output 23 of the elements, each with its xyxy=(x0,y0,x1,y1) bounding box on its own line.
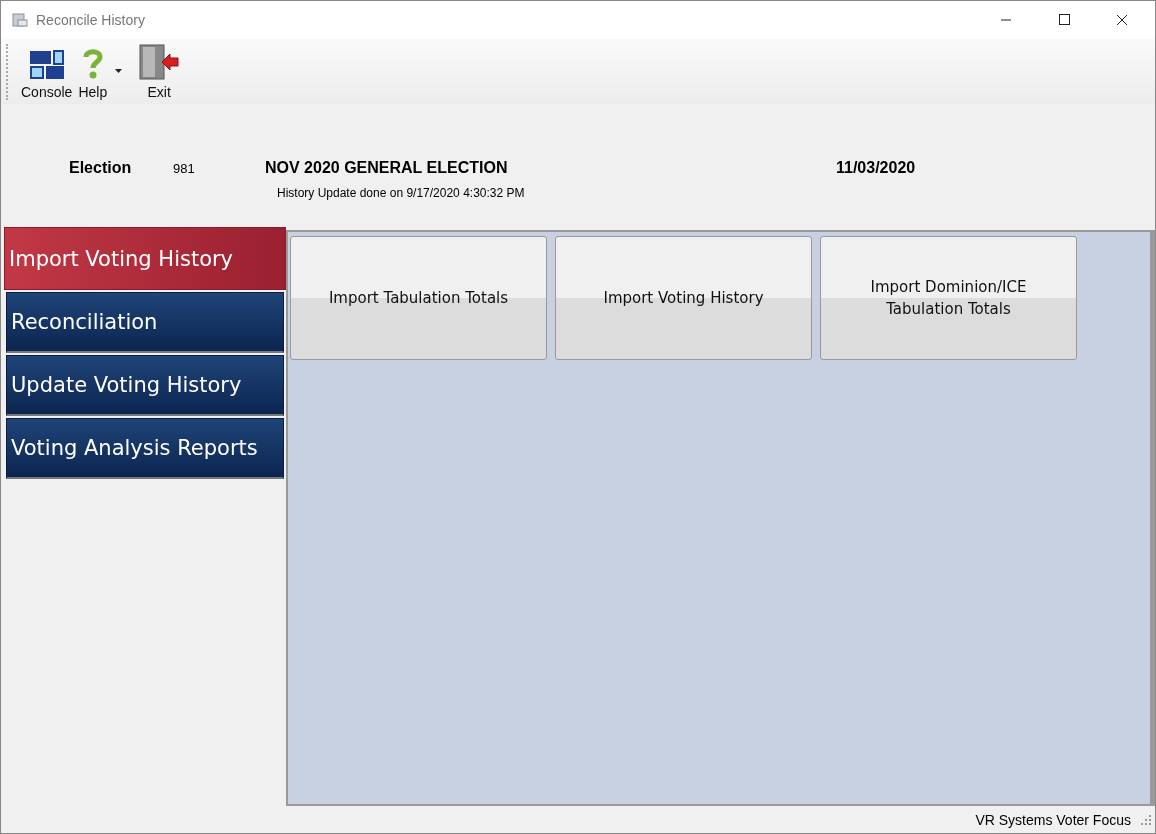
toolbar-button[interactable]: Exit xyxy=(136,44,183,100)
election-date: 11/03/2020 xyxy=(836,159,916,177)
status-text: VR Systems Voter Focus xyxy=(975,811,1131,828)
action-button[interactable]: Import Dominion/ICE Tabulation Totals xyxy=(820,236,1077,360)
toolbar-button[interactable]: Help xyxy=(75,44,137,100)
action-button[interactable]: Import Tabulation Totals xyxy=(290,236,547,360)
exit-door-icon xyxy=(139,44,180,80)
resize-grip-icon[interactable] xyxy=(1141,814,1151,825)
election-number: 981 xyxy=(173,161,196,176)
election-name: NOV 2020 GENERAL ELECTION xyxy=(265,159,509,177)
sidebar-item[interactable]: Import Voting History xyxy=(4,227,286,290)
dashboard-icon xyxy=(29,50,64,80)
history-update-note: History Update done on 9/17/2020 4:30:32 PM xyxy=(277,186,526,200)
dropdown-caret-icon xyxy=(115,69,123,73)
sidebar-item[interactable]: Reconciliation xyxy=(6,292,284,353)
question-mark-icon xyxy=(81,48,104,80)
election-label: Election xyxy=(69,159,133,177)
sidebar-item[interactable]: Update Voting History xyxy=(6,355,284,416)
window-title: Reconcile History xyxy=(36,11,145,28)
action-button[interactable]: Import Voting History xyxy=(555,236,812,360)
sidebar-item[interactable]: Voting Analysis Reports xyxy=(6,418,284,479)
app-icon xyxy=(12,11,28,28)
toolbar-button[interactable]: Console xyxy=(18,44,76,100)
